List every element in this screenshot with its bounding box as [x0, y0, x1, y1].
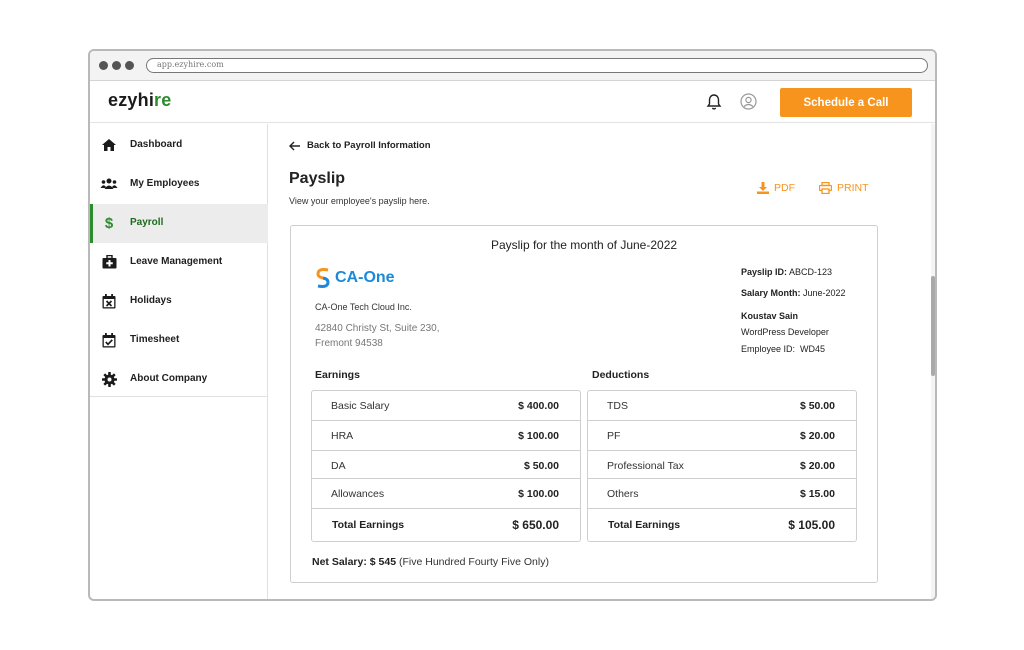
home-icon — [100, 137, 118, 153]
net-salary: Net Salary: $ 545 (Five Hundred Fourty F… — [312, 556, 549, 568]
table-row: Basic Salary $ 400.00 — [312, 391, 580, 421]
company-address-line2: Fremont 94538 — [315, 338, 383, 349]
main-content: Back to Payroll Information Payslip View… — [269, 124, 933, 599]
table-row: Others $ 15.00 — [588, 479, 856, 509]
table-row: Allowances $ 100.00 — [312, 479, 580, 509]
arrow-left-icon — [289, 141, 300, 150]
sidebar: Dashboard My Employees $ Payroll Leave M… — [90, 124, 268, 397]
browser-window: app.ezyhire.com ezyhire Schedule a Call … — [88, 49, 937, 601]
company-name: CA-One Tech Cloud Inc. — [315, 302, 412, 312]
employee-role: WordPress Developer — [741, 327, 829, 337]
sidebar-item-payroll[interactable]: $ Payroll — [90, 204, 268, 243]
download-icon — [757, 182, 769, 194]
back-link[interactable]: Back to Payroll Information — [289, 140, 431, 151]
print-button[interactable]: PRINT — [819, 182, 869, 194]
schedule-call-button[interactable]: Schedule a Call — [780, 88, 912, 117]
address-bar[interactable]: app.ezyhire.com — [146, 58, 928, 73]
browser-titlebar: app.ezyhire.com — [90, 51, 935, 81]
page-subtitle: View your employee's payslip here. — [289, 196, 430, 206]
calendar-check-icon — [100, 332, 118, 348]
sidebar-item-my-employees[interactable]: My Employees — [90, 165, 268, 204]
deductions-heading: Deductions — [592, 369, 650, 381]
earnings-table: Basic Salary $ 400.00 HRA $ 100.00 DA $ 50.… — [311, 390, 581, 542]
calendar-x-icon — [100, 293, 118, 309]
user-avatar-icon[interactable] — [740, 93, 757, 110]
company-logo-icon — [316, 268, 330, 288]
window-dot-icon[interactable] — [112, 61, 121, 70]
sidebar-item-timesheet[interactable]: Timesheet — [90, 321, 268, 360]
company-logo: CA-One — [315, 266, 395, 290]
table-row: DA $ 50.00 — [312, 451, 580, 479]
window-dot-icon[interactable] — [125, 61, 134, 70]
window-dot-icon[interactable] — [99, 61, 108, 70]
table-row: PF $ 20.00 — [588, 421, 856, 451]
payslip-card: Payslip for the month of June-2022 CA-On… — [290, 225, 878, 583]
deductions-total-row: Total Earnings $ 105.00 — [608, 518, 835, 532]
scrollbar-thumb[interactable] — [931, 276, 935, 376]
app-header: ezyhire Schedule a Call — [90, 81, 935, 123]
dollar-icon: $ — [104, 214, 114, 232]
employee-name: Koustav Sain — [741, 311, 799, 321]
sidebar-item-leave-management[interactable]: Leave Management — [90, 243, 268, 282]
pdf-download-button[interactable]: PDF — [757, 182, 795, 194]
earnings-total-row: Total Earnings $ 650.00 — [332, 518, 559, 532]
payslip-id: Payslip ID: ABCD-123 — [741, 267, 833, 277]
table-row: Professional Tax $ 20.00 — [588, 451, 856, 479]
bell-icon[interactable] — [706, 93, 722, 111]
printer-icon — [819, 182, 832, 194]
company-address-line1: 42840 Christy St, Suite 230, — [315, 323, 440, 334]
sidebar-item-about-company[interactable]: About Company — [90, 360, 268, 399]
deductions-table: TDS $ 50.00 PF $ 20.00 Professional Tax $ 2… — [587, 390, 857, 542]
page-title: Payslip — [289, 170, 346, 187]
earnings-heading: Earnings — [315, 369, 360, 381]
ezyhire-logo[interactable]: ezyhire — [108, 90, 171, 111]
employee-id: Employee ID: WD45 — [741, 344, 826, 354]
payslip-heading: Payslip for the month of June-2022 — [490, 238, 678, 252]
medical-kit-icon — [100, 254, 118, 270]
sidebar-item-holidays[interactable]: Holidays — [90, 282, 268, 321]
users-icon — [100, 176, 118, 192]
table-row: HRA $ 100.00 — [312, 421, 580, 451]
sidebar-divider — [267, 397, 268, 599]
table-row: TDS $ 50.00 — [588, 391, 856, 421]
sidebar-item-dashboard[interactable]: Dashboard — [90, 126, 268, 165]
salary-month: Salary Month: June-2022 — [741, 288, 846, 298]
gear-icon — [100, 371, 118, 387]
